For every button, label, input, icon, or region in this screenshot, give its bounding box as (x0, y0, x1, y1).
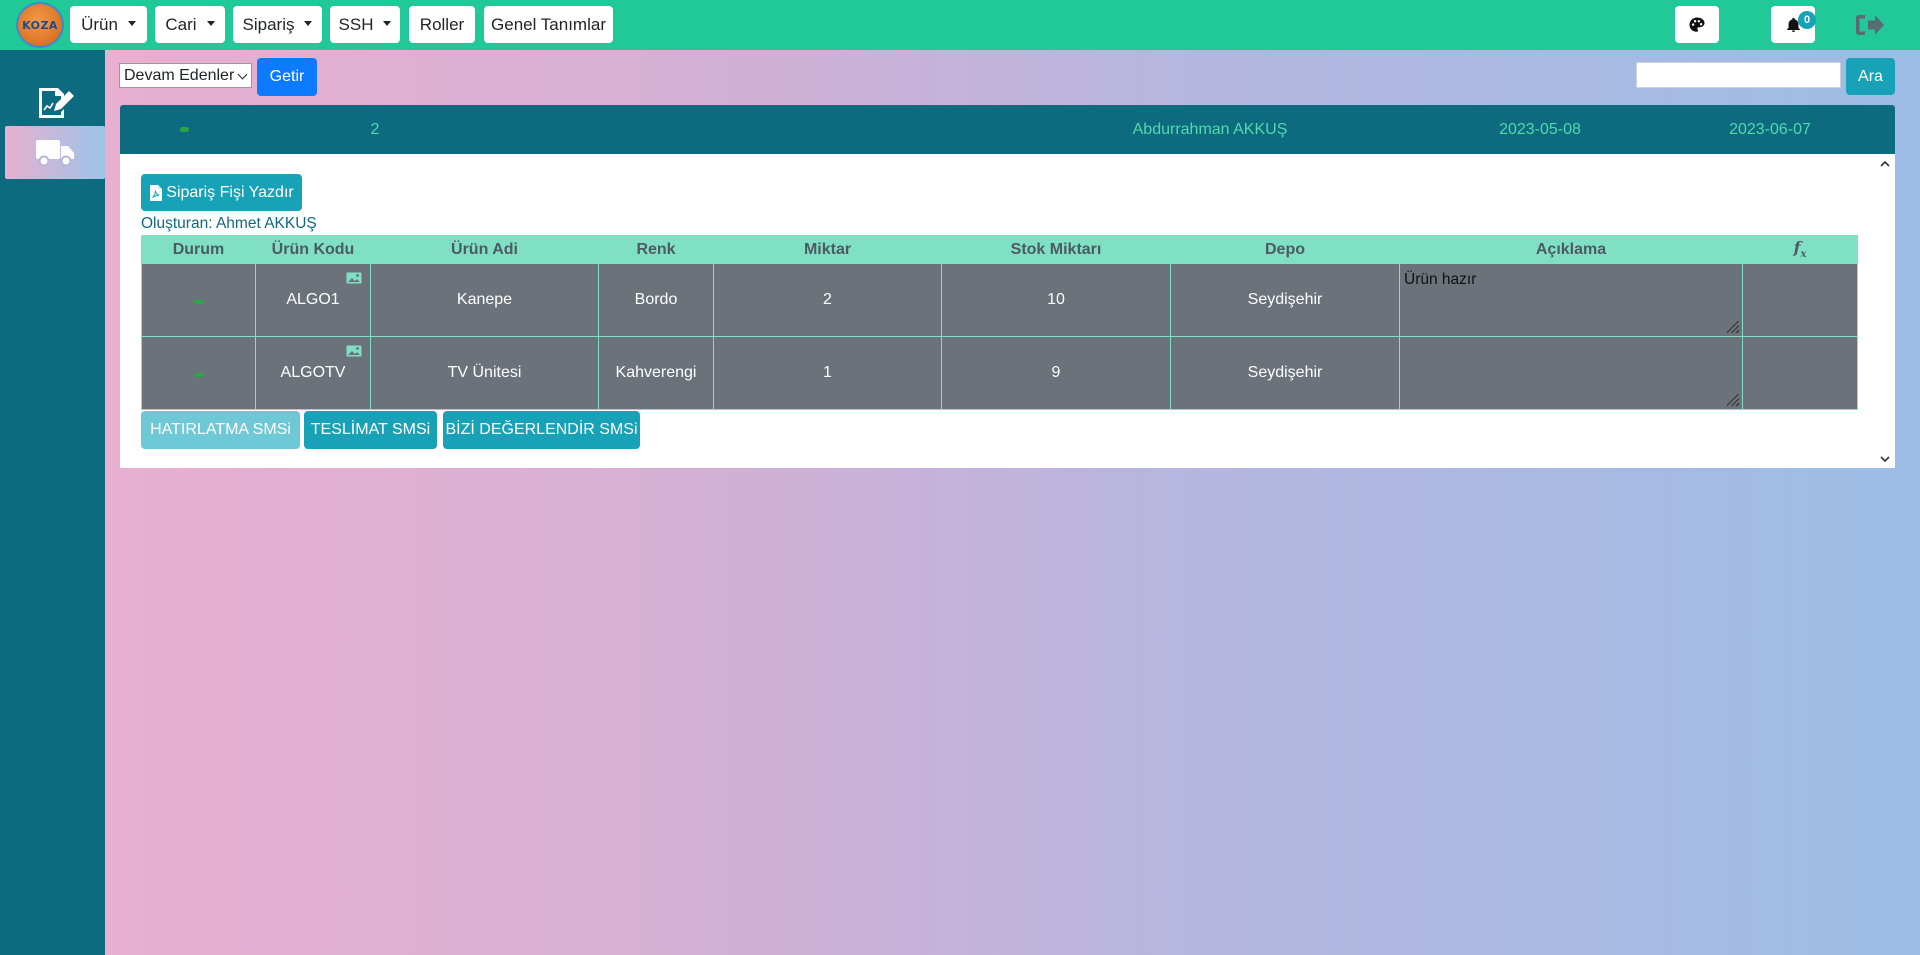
column-header: Ürün Adi (370, 235, 599, 264)
menu-roller-label: Roller (419, 14, 465, 34)
product-code: ALGO1 (286, 291, 340, 308)
color-cell: Kahverengi (598, 336, 714, 410)
fx-icon: fx (1794, 238, 1807, 260)
reminder-sms-button[interactable]: HATIRLATMA SMSi (141, 411, 300, 449)
status-dot-icon (194, 300, 203, 304)
getir-button[interactable]: Getir (257, 58, 317, 96)
column-header: Stok Miktarı (941, 235, 1171, 264)
menu-cari-label: Cari (165, 14, 197, 34)
order-customer: Abdurrahman AKKUŞ (1132, 120, 1288, 138)
image-icon[interactable] (346, 345, 362, 357)
edit-document-icon (39, 87, 74, 118)
image-icon[interactable] (346, 272, 362, 284)
chevron-down-icon (1880, 455, 1890, 462)
caret-down-icon (304, 20, 313, 26)
palette-icon (1689, 17, 1705, 32)
depot-cell: Seydişehir (1170, 263, 1400, 337)
sidebar-item-shipments[interactable] (5, 126, 105, 179)
table-row: ALGOTV TV Ünitesi Kahverengi 1 9 Seydişe… (141, 336, 1858, 410)
chevron-up-icon (1880, 160, 1890, 167)
logout-button[interactable] (1852, 9, 1888, 41)
status-cell (141, 263, 256, 337)
status-cell (141, 336, 256, 410)
select-chevron-icon (237, 69, 248, 80)
menu-ssh[interactable]: SSH (330, 6, 400, 43)
notification-count-badge: 0 (1798, 11, 1816, 29)
theme-button[interactable] (1675, 6, 1719, 43)
depot-cell: Seydişehir (1170, 336, 1400, 410)
column-header: Durum (141, 235, 256, 264)
menu-urun[interactable]: Ürün (70, 6, 147, 43)
logo-text: KOZA (22, 18, 58, 32)
column-header: Açıklama (1399, 235, 1743, 264)
formula-cell (1742, 336, 1858, 410)
sidebar (0, 50, 105, 955)
menu-siparis-label: Sipariş (242, 14, 295, 34)
note-cell (1399, 336, 1743, 410)
ara-button[interactable]: Ara (1846, 58, 1895, 95)
status-dot-icon (179, 127, 189, 132)
note-text: Ürün hazır (1404, 271, 1477, 288)
quantity-cell: 1 (713, 336, 942, 410)
created-by-text: Oluşturan: Ahmet AKKUŞ (141, 215, 317, 232)
formula-column-header[interactable]: fx (1742, 235, 1858, 264)
product-code-cell: ALGOTV (255, 336, 371, 410)
review-sms-button[interactable]: BİZİ DEĞERLENDİR SMSi (443, 411, 640, 449)
delivery-sms-button[interactable]: TESLİMAT SMSi (304, 411, 437, 449)
product-name-cell: TV Ünitesi (370, 336, 599, 410)
color-cell: Bordo (598, 263, 714, 337)
product-name-cell: Kanepe (370, 263, 599, 337)
stock-cell: 10 (941, 263, 1171, 337)
stock-cell: 9 (941, 336, 1171, 410)
status-dot-icon (194, 373, 203, 377)
order-number: 2 (370, 120, 380, 138)
note-cell: Ürün hazır (1399, 263, 1743, 337)
column-header: Ürün Kodu (255, 235, 371, 264)
menu-ssh-label: SSH (338, 14, 374, 34)
file-pdf-icon (150, 184, 163, 201)
search-input[interactable] (1636, 62, 1841, 88)
menu-siparis[interactable]: Sipariş (233, 6, 322, 43)
menu-genel-tanimlar-label: Genel Tanımlar (491, 14, 606, 34)
order-status-indicator (174, 105, 194, 154)
order-header[interactable]: 2 Abdurrahman AKKUŞ 2023-05-08 2023-06-0… (120, 105, 1895, 154)
caret-down-icon (383, 20, 392, 26)
menu-roller[interactable]: Roller (409, 6, 475, 43)
order-items-table: Durum Ürün Kodu Ürün Adi Renk Miktar Sto… (141, 235, 1858, 410)
fx-subscript: x (1800, 249, 1807, 261)
menu-genel-tanimlar[interactable]: Genel Tanımlar (484, 6, 613, 43)
koza-logo[interactable]: KOZA (16, 2, 64, 48)
truck-icon (36, 139, 74, 166)
column-header: Miktar (713, 235, 942, 264)
status-filter-select[interactable]: Devam Edenler (119, 63, 252, 88)
note-textarea[interactable] (1401, 338, 1741, 408)
quantity-cell: 2 (713, 263, 942, 337)
column-header: Renk (598, 235, 714, 264)
order-date: 2023-05-08 (1499, 120, 1581, 138)
product-code: ALGOTV (280, 364, 346, 381)
sign-out-icon (1856, 15, 1884, 35)
print-order-slip-label: Sipariş Fişi Yazdır (166, 183, 294, 201)
product-code-cell: ALGO1 (255, 263, 371, 337)
menu-urun-label: Ürün (81, 14, 118, 34)
resize-grip-icon[interactable] (1727, 394, 1739, 406)
resize-grip-icon[interactable] (1727, 321, 1739, 333)
delivery-date: 2023-06-07 (1729, 120, 1811, 138)
table-row: ALGO1 Kanepe Bordo 2 10 Seydişehir Ürün … (141, 263, 1858, 337)
status-filter-value: Devam Edenler (124, 66, 235, 84)
scroll-down-arrow[interactable] (1877, 452, 1893, 466)
column-header: Depo (1170, 235, 1400, 264)
caret-down-icon (206, 20, 215, 26)
caret-down-icon (127, 20, 136, 26)
menu-cari[interactable]: Cari (155, 6, 225, 43)
sidebar-item-orders-edit[interactable] (5, 76, 105, 129)
formula-cell (1742, 263, 1858, 337)
scroll-up-arrow[interactable] (1877, 156, 1893, 170)
note-textarea[interactable]: Ürün hazır (1401, 265, 1741, 335)
table-header-row: Durum Ürün Kodu Ürün Adi Renk Miktar Sto… (141, 235, 1858, 264)
top-navbar: KOZA Ürün Cari Sipariş SSH Roller Genel … (0, 0, 1920, 50)
print-order-slip-button[interactable]: Sipariş Fişi Yazdır (141, 174, 302, 211)
